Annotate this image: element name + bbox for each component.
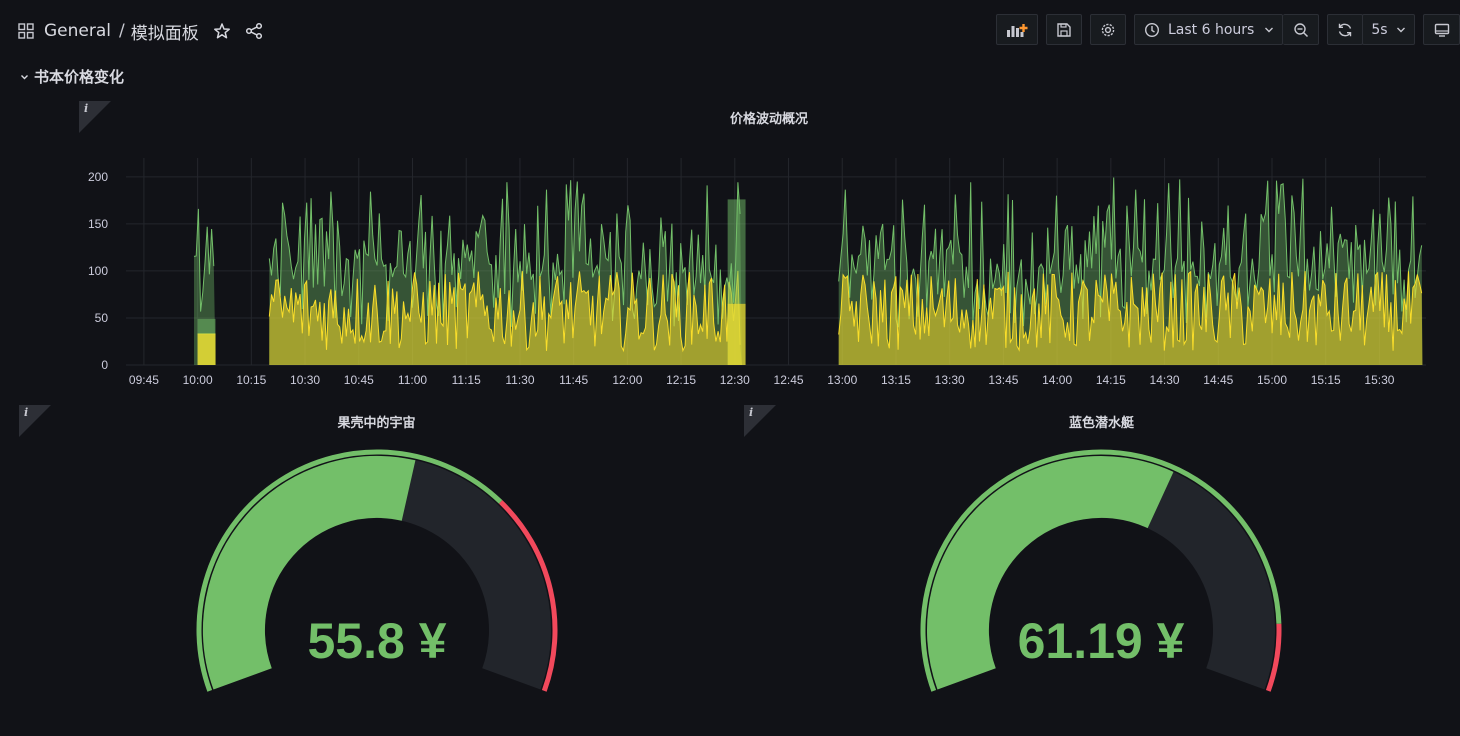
x-tick-label: 13:45 — [988, 373, 1018, 387]
y-tick-label: 0 — [101, 358, 108, 372]
x-tick-label: 11:00 — [398, 373, 427, 387]
x-tick-label: 14:45 — [1203, 373, 1233, 387]
x-tick-label: 14:15 — [1096, 373, 1126, 387]
timeseries-chart[interactable]: 0 50 100 150 200 09:45 10:00 10:15 10:30 10:45 11:… — [0, 0, 1460, 400]
x-tick-label: 15:15 — [1311, 373, 1341, 387]
x-tick-label: 10:15 — [236, 373, 266, 387]
x-tick-label: 10:00 — [183, 373, 213, 387]
x-tick-label: 13:30 — [935, 373, 965, 387]
x-tick-label: 14:00 — [1042, 373, 1072, 387]
x-tick-label: 11:45 — [559, 373, 588, 387]
x-tick-label: 10:30 — [290, 373, 320, 387]
x-tick-label: 15:00 — [1257, 373, 1287, 387]
x-tick-label: 12:00 — [612, 373, 642, 387]
x-tick-label: 12:45 — [774, 373, 804, 387]
y-tick-label: 200 — [88, 170, 108, 184]
x-tick-label: 12:30 — [720, 373, 750, 387]
bar-yellow — [727, 303, 746, 365]
x-tick-label: 12:15 — [666, 373, 696, 387]
gauge-value-2: 61.19 ¥ — [1017, 613, 1185, 669]
x-tick-label: 15:30 — [1364, 373, 1394, 387]
bar-yellow — [197, 333, 216, 365]
gauge-title-2[interactable]: 蓝色潜水艇 — [744, 412, 1459, 431]
y-tick-label: 100 — [88, 264, 108, 278]
gauge-value-1: 55.8 ¥ — [307, 613, 447, 669]
x-tick-label: 11:15 — [452, 373, 481, 387]
gauge-title-1[interactable]: 果壳中的宇宙 — [19, 412, 734, 431]
x-tick-label: 13:00 — [827, 373, 857, 387]
x-tick-label: 10:45 — [344, 373, 374, 387]
y-tick-label: 150 — [88, 217, 108, 231]
x-tick-label: 11:30 — [505, 373, 534, 387]
x-tick-label: 13:15 — [881, 373, 911, 387]
x-tick-label: 09:45 — [129, 373, 159, 387]
x-tick-label: 14:30 — [1150, 373, 1180, 387]
y-tick-label: 50 — [95, 311, 109, 325]
